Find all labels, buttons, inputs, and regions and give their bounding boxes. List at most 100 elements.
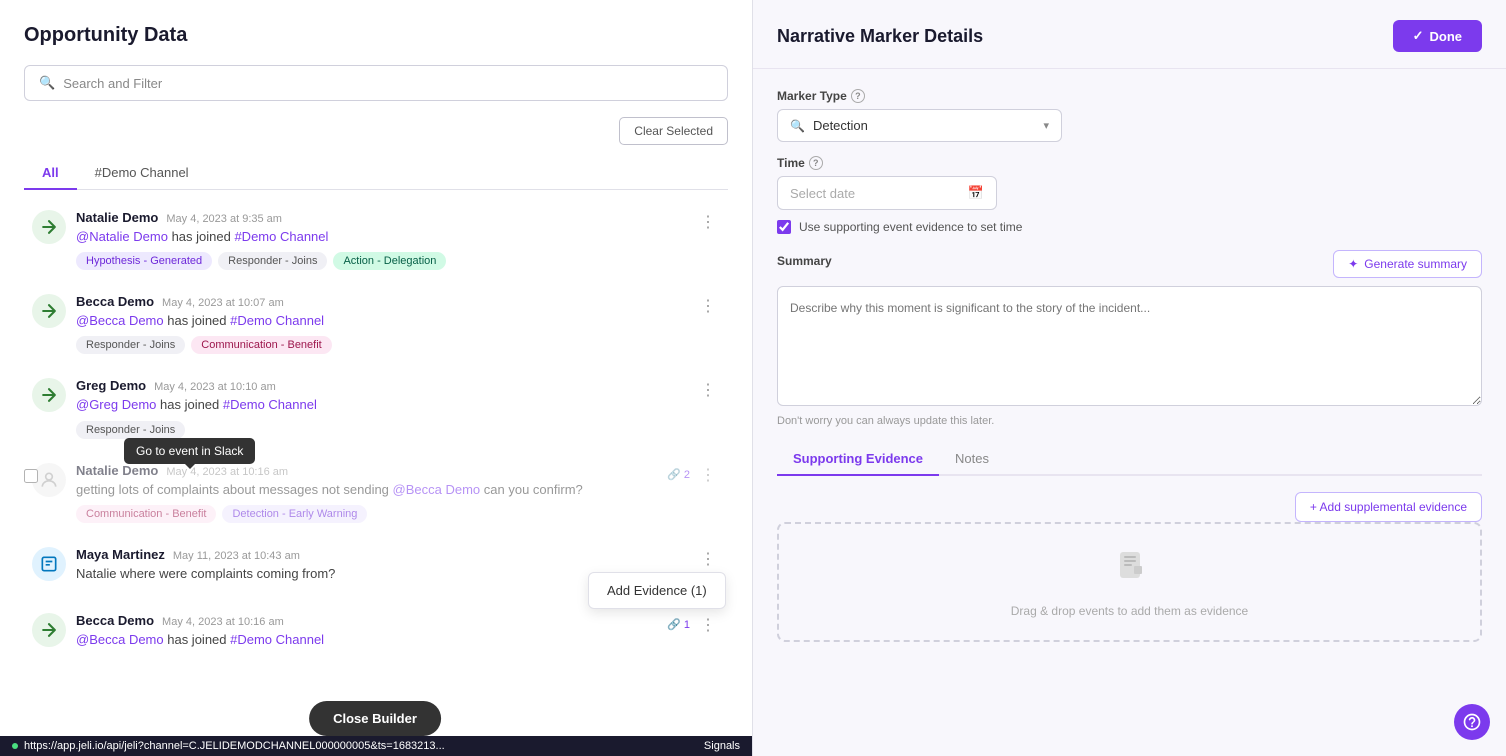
close-builder-button[interactable]: Close Builder <box>309 701 441 736</box>
message-text: getting lots of complaints about message… <box>76 481 720 499</box>
avatar <box>32 294 66 328</box>
summary-hint: Don't worry you can always update this l… <box>777 415 1482 427</box>
sparkle-icon: ✦ <box>1348 257 1358 271</box>
message-tags: Hypothesis - Generated Responder - Joins… <box>76 252 720 270</box>
message-time: May 4, 2023 at 10:16 am <box>162 616 284 628</box>
link-count: 🔗 1 <box>667 618 690 631</box>
summary-textarea[interactable] <box>777 286 1482 406</box>
message-time: May 4, 2023 at 9:35 am <box>166 213 282 225</box>
message-author: Natalie Demo <box>76 210 158 225</box>
message-content: Becca Demo May 4, 2023 at 10:16 am @Becc… <box>76 613 720 655</box>
message-item: Natalie Demo May 4, 2023 at 9:35 am @Nat… <box>24 198 728 282</box>
message-author: Greg Demo <box>76 378 146 393</box>
actions-row: Clear Selected <box>24 117 728 145</box>
right-panel-title: Narrative Marker Details <box>777 26 983 47</box>
mention: @Greg Demo <box>76 397 156 412</box>
chevron-down-icon: ▾ <box>1043 119 1049 132</box>
message-header: Maya Martinez May 11, 2023 at 10:43 am <box>76 547 720 562</box>
message-tags: Responder - Joins Communication - Benefi… <box>76 336 720 354</box>
more-options-button[interactable]: ⋮ <box>696 378 720 402</box>
date-placeholder: Select date <box>790 186 855 201</box>
more-options-button[interactable]: ⋮ <box>696 294 720 318</box>
marker-type-value: Detection <box>813 118 1036 133</box>
more-options-button[interactable]: ⋮ <box>696 463 720 487</box>
message-header: Becca Demo May 4, 2023 at 10:07 am <box>76 294 720 309</box>
add-evidence-popup[interactable]: Add Evidence (1) <box>588 572 726 609</box>
use-evidence-label: Use supporting event evidence to set tim… <box>799 220 1022 234</box>
more-options-button[interactable]: ⋮ <box>696 547 720 571</box>
message-tags: Responder - Joins <box>76 421 720 439</box>
status-url: https://app.jeli.io/api/jeli?channel=C.J… <box>24 740 698 752</box>
messages-list: Natalie Demo May 4, 2023 at 9:35 am @Nat… <box>24 190 728 736</box>
help-fab[interactable] <box>1454 704 1490 740</box>
status-bar: https://app.jeli.io/api/jeli?channel=C.J… <box>0 736 752 756</box>
search-placeholder: Search and Filter <box>63 76 162 91</box>
clear-selected-button[interactable]: Clear Selected <box>619 117 728 145</box>
more-options-button[interactable]: ⋮ <box>696 613 720 637</box>
marker-type-field: Marker Type ? 🔍 Detection ▾ <box>777 89 1482 142</box>
mention: @Becca Demo <box>393 482 481 497</box>
message-time: May 11, 2023 at 10:43 am <box>173 550 300 562</box>
avatar <box>32 210 66 244</box>
message-item: Becca Demo May 4, 2023 at 10:07 am @Becc… <box>24 282 728 366</box>
mention: @Becca Demo <box>76 313 164 328</box>
message-content: Becca Demo May 4, 2023 at 10:07 am @Becc… <box>76 294 720 354</box>
tag: Responder - Joins <box>76 421 185 439</box>
channel-ref: #Demo Channel <box>230 313 324 328</box>
channel-ref: #Demo Channel <box>230 632 324 647</box>
tag: Action - Delegation <box>333 252 446 270</box>
avatar <box>32 613 66 647</box>
tag: Communication - Benefit <box>76 505 216 523</box>
message-actions: 🔗 2 ⋮ <box>667 463 720 487</box>
message-actions: ⋮ <box>696 547 720 571</box>
drop-zone: Drag & drop events to add them as eviden… <box>777 522 1482 642</box>
marker-type-help-icon: ? <box>851 89 865 103</box>
time-field: Time ? Select date 📅 <box>777 156 1482 210</box>
date-picker[interactable]: Select date 📅 <box>777 176 997 210</box>
slack-tooltip: Go to event in Slack <box>124 438 255 464</box>
mention: @Natalie Demo <box>76 229 168 244</box>
calendar-icon: 📅 <box>968 185 984 201</box>
add-supplemental-button[interactable]: + Add supplemental evidence <box>1295 492 1482 522</box>
add-evidence-label: Add Evidence (1) <box>607 583 707 598</box>
message-time: May 4, 2023 at 10:10 am <box>154 381 276 393</box>
search-icon: 🔍 <box>39 75 55 91</box>
tab-demo-channel[interactable]: #Demo Channel <box>77 157 207 190</box>
message-checkbox[interactable] <box>24 469 38 483</box>
tag: Communication - Benefit <box>191 336 331 354</box>
done-button[interactable]: ✓ Done <box>1393 20 1482 52</box>
message-actions: ⋮ <box>696 210 720 234</box>
message-item: Greg Demo May 4, 2023 at 10:10 am @Greg … <box>24 366 728 450</box>
message-author: Becca Demo <box>76 613 154 628</box>
drop-zone-label: Drag & drop events to add them as eviden… <box>1011 604 1248 618</box>
evidence-tabs: Supporting Evidence Notes <box>777 443 1482 476</box>
message-actions: 🔗 1 ⋮ <box>667 613 720 637</box>
checkmark-icon: ✓ <box>1413 28 1424 44</box>
page-title: Opportunity Data <box>24 24 728 47</box>
message-actions: ⋮ <box>696 378 720 402</box>
tab-notes[interactable]: Notes <box>939 443 1005 476</box>
status-dot <box>12 743 18 749</box>
tag: Detection - Early Warning <box>222 505 367 523</box>
time-label: Time ? <box>777 156 1482 170</box>
right-panel-header: Narrative Marker Details ✓ Done <box>753 0 1506 69</box>
summary-section: Summary ✦ Generate summary Don't worry y… <box>777 250 1482 427</box>
channel-ref: #Demo Channel <box>223 397 317 412</box>
search-bar[interactable]: 🔍 Search and Filter <box>24 65 728 101</box>
tab-supporting-evidence[interactable]: Supporting Evidence <box>777 443 939 476</box>
more-options-button[interactable]: ⋮ <box>696 210 720 234</box>
tab-all[interactable]: All <box>24 157 77 190</box>
marker-type-select[interactable]: 🔍 Detection ▾ <box>777 109 1062 142</box>
generate-summary-button[interactable]: ✦ Generate summary <box>1333 250 1482 278</box>
message-author: Maya Martinez <box>76 547 165 562</box>
message-item: Becca Demo May 4, 2023 at 10:16 am @Becc… <box>24 601 728 667</box>
right-panel: Narrative Marker Details ✓ Done Marker T… <box>753 0 1506 756</box>
message-header: Natalie Demo May 4, 2023 at 9:35 am <box>76 210 720 225</box>
tag: Responder - Joins <box>76 336 185 354</box>
avatar <box>32 378 66 412</box>
message-content: Natalie Demo May 4, 2023 at 10:16 am get… <box>76 463 720 523</box>
use-evidence-checkbox[interactable] <box>777 220 791 234</box>
message-text: @Natalie Demo has joined #Demo Channel <box>76 228 720 246</box>
message-header: Natalie Demo May 4, 2023 at 10:16 am <box>76 463 720 478</box>
message-tags: Communication - Benefit Detection - Earl… <box>76 505 720 523</box>
